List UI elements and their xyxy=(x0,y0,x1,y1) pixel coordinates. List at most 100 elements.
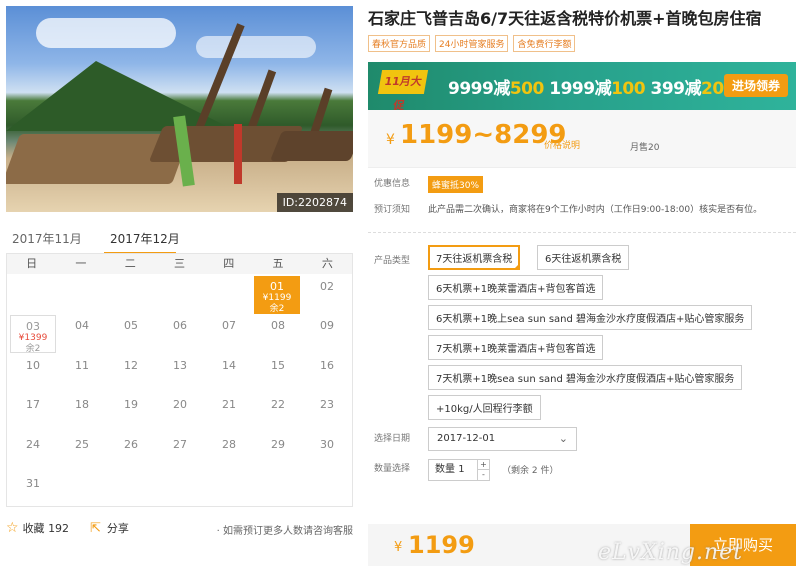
quantity-row: 数量选择 数量 1 + - （剩余 2 件） xyxy=(368,459,796,493)
ribbon-shape xyxy=(234,124,242,184)
calendar-day: 25 xyxy=(75,437,89,451)
options-label: 产品类型 xyxy=(374,256,411,266)
option-6day-lailei[interactable]: 6天机票+1晚莱雷酒店+背包客首选 xyxy=(428,275,604,300)
calendar-day: 02 xyxy=(320,280,334,293)
calendar-day: 13 xyxy=(173,358,187,372)
promo-banner[interactable]: 11月大促 9999减500 1999减100 399减20 进场领券 xyxy=(368,62,796,112)
calendar-day: 10 xyxy=(26,358,40,372)
feature-tag: 24小时管家服务 xyxy=(435,35,509,52)
option-extra-baggage[interactable]: +10kg/人回程行李额 xyxy=(428,395,541,420)
calendar-day: 24 xyxy=(26,437,40,451)
date-select[interactable]: 2017-12-01 ⌄ xyxy=(428,427,577,451)
weekday-label: 五 xyxy=(272,257,284,270)
right-column: 石家庄飞普吉岛6/7天往返含税特价机票+首晚包房住宿 春秋官方品质 24小时管家… xyxy=(368,8,796,493)
date-label: 选择日期 xyxy=(374,434,411,444)
product-title: 石家庄飞普吉岛6/7天往返含税特价机票+首晚包房住宿 xyxy=(368,9,762,28)
calendar-day: 18 xyxy=(75,398,89,412)
calendar-day: 16 xyxy=(320,358,334,372)
calendar-day: 27 xyxy=(173,437,187,451)
day-price: ¥1199 xyxy=(262,293,292,303)
notice-text: 此产品需二次确认，商家将在9个工作小时内（工作日9:00-18:00）核实是否有… xyxy=(428,205,763,215)
favorite-label: 收藏 xyxy=(22,522,45,535)
calendar-day: 19 xyxy=(124,398,138,412)
calendar-day: 17 xyxy=(26,398,40,412)
calendar-day-selected[interactable]: 01 ¥1199 余2 xyxy=(254,276,300,314)
product-photo[interactable]: ID:2202874 xyxy=(6,6,353,212)
tab-month-nov[interactable]: 2017年11月 xyxy=(12,230,82,247)
share-button[interactable]: ⇱ 分享 xyxy=(90,520,129,536)
option-7day-lailei[interactable]: 7天机票+1晚莱雷酒店+背包客首选 xyxy=(428,335,604,360)
calendar-day: 28 xyxy=(222,437,236,451)
discount-label: 优惠信息 xyxy=(374,179,411,189)
day-price: ¥1399 xyxy=(18,333,48,343)
deal-text: 399减 xyxy=(650,79,702,99)
quantity-value: 1 xyxy=(458,464,465,475)
total-price: 1199 xyxy=(408,531,475,559)
divider xyxy=(368,232,796,233)
quantity-label: 数量选择 xyxy=(374,464,411,474)
claim-coupon-button[interactable]: 进场领券 xyxy=(723,74,788,97)
calendar-day: 14 xyxy=(222,358,236,372)
calendar-day: 22 xyxy=(271,398,285,412)
price-box: ¥ 1199~8299 价格说明 月售20 xyxy=(368,110,796,168)
share-icon: ⇱ xyxy=(90,521,101,536)
calendar-day: 15 xyxy=(271,358,285,372)
day-number: 03 xyxy=(26,320,40,333)
calendar-day: 31 xyxy=(26,477,40,490)
calendar-day: 05 xyxy=(124,319,138,333)
option-7day-seasunsand[interactable]: 7天机票+1晚sea sun sand 碧海金沙水疗度假酒店+贴心管家服务 xyxy=(428,365,743,390)
calendar: 日 一 二 三 四 五 六 01 ¥1199 余2 03 ¥1399 余2 02… xyxy=(6,253,353,507)
calendar-day: 09 xyxy=(320,319,334,333)
tab-month-dec[interactable]: 2017年12月 xyxy=(110,230,180,247)
calendar-day: 29 xyxy=(271,437,285,451)
decrement-button[interactable]: - xyxy=(477,470,489,480)
calendar-day: 21 xyxy=(222,398,236,412)
promo-badge: 11月大促 xyxy=(377,70,429,112)
calendar-day: 07 xyxy=(222,319,236,333)
share-label: 分享 xyxy=(106,522,129,535)
cloud-shape xyxy=(196,36,316,58)
option-6day-flight[interactable]: 6天往返机票含税 xyxy=(537,245,630,270)
month-tabs: 2017年11月 2017年12月 xyxy=(6,220,353,256)
currency-symbol: ¥ xyxy=(394,540,403,555)
notice-row: 预订须知 此产品需二次确认，商家将在9个工作小时内（工作日9:00-18:00）… xyxy=(368,202,796,232)
calendar-day: 26 xyxy=(124,437,138,451)
product-options: 产品类型 7天往返机票含税 6天往返机票含税 6天机票+1晚莱雷酒店+背包客首选… xyxy=(368,241,796,431)
left-column: ID:2202874 2017年11月 2017年12月 xyxy=(6,6,353,256)
date-row: 选择日期 2017-12-01 ⌄ xyxy=(368,427,796,461)
favorite-button[interactable]: ☆ 收藏 192 xyxy=(6,520,69,536)
calendar-day-available[interactable]: 03 ¥1399 余2 xyxy=(10,315,56,354)
weekday-label: 一 xyxy=(75,257,87,270)
calendar-day: 04 xyxy=(75,319,89,333)
favorite-count: 192 xyxy=(48,522,70,535)
weekday-label: 四 xyxy=(223,257,235,270)
deal-text: 9999减 xyxy=(448,79,510,99)
calendar-day: 06 xyxy=(173,319,187,333)
day-remaining: 余2 xyxy=(269,304,285,314)
share-bar: ☆ 收藏 192 ⇱ 分享 · 如需预订更多人数请咨询客服 xyxy=(6,520,353,540)
weekday-label: 六 xyxy=(321,257,333,270)
discount-row: 优惠信息 蜂蜜抵30% xyxy=(368,176,796,202)
promo-deals: 9999减500 1999减100 399减20 xyxy=(448,74,724,99)
weekday-label: 三 xyxy=(173,257,185,270)
currency-symbol: ¥ xyxy=(386,132,395,148)
stock-remaining: （剩余 2 件） xyxy=(502,466,559,476)
calendar-day: 20 xyxy=(173,398,187,412)
price-range: 1199~8299 xyxy=(400,120,567,150)
weekday-label: 二 xyxy=(124,257,136,270)
feature-tags: 春秋官方品质 24小时管家服务 含免费行李额 xyxy=(368,35,796,52)
day-remaining: 余2 xyxy=(25,344,41,354)
price-explain-link[interactable]: 价格说明 xyxy=(544,138,580,151)
deal-amount: 100 xyxy=(611,79,646,99)
day-number: 01 xyxy=(270,280,284,293)
quantity-stepper[interactable]: 数量 1 + - xyxy=(428,459,490,481)
deal-amount: 20 xyxy=(701,79,724,99)
increment-button[interactable]: + xyxy=(477,460,489,470)
calendar-day: 08 xyxy=(271,319,285,333)
calendar-day: 30 xyxy=(320,437,334,451)
notice-label: 预订须知 xyxy=(374,205,411,215)
option-6day-seasunsand[interactable]: 6天机票+1晚上sea sun sand 碧海金沙水疗度假酒店+贴心管家服务 xyxy=(428,305,753,330)
option-7day-flight[interactable]: 7天往返机票含税 xyxy=(428,245,521,270)
star-icon: ☆ xyxy=(6,520,19,536)
deal-amount: 500 xyxy=(509,79,545,99)
